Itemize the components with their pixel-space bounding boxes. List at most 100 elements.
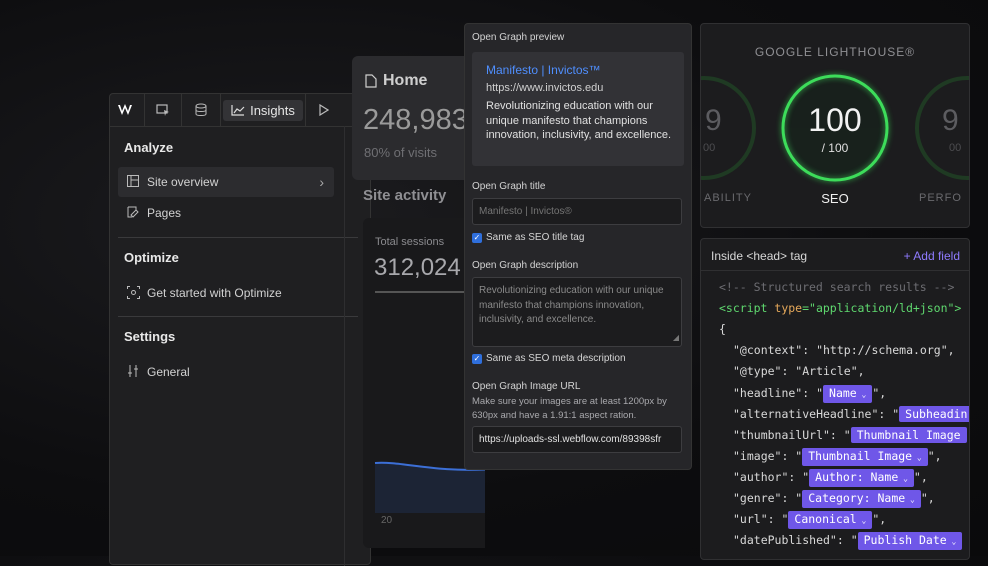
sidebar-item-label: General (147, 365, 190, 379)
home-title: Home (365, 72, 427, 90)
code-key: "thumbnailUrl": " (733, 428, 851, 442)
designer-sidebar: Insights Analyze Site overview › Pages O… (109, 93, 371, 566)
layout-icon (126, 175, 140, 189)
code-line: "datePublished": " Publish Date ⌄ (733, 532, 963, 550)
script-attr-value: ="application/ld+json"> (802, 301, 962, 315)
pill-label: Author: Name (815, 470, 899, 484)
pill-label: Thumbnail Image (808, 449, 913, 463)
preview-button[interactable] (305, 94, 342, 126)
og-image-url-input[interactable]: https://uploads-ssl.webflow.com/89398sfr (472, 426, 682, 453)
sidebar-item-label: Pages (147, 206, 182, 220)
designer-toolbar: Insights (110, 94, 370, 127)
field-pill-thumbnail-url[interactable]: Thumbnail Image (850, 427, 967, 443)
pill-label: Category: Name (808, 491, 906, 505)
field-pill-author[interactable]: Author: Name ⌄ (809, 469, 914, 487)
code-key: "headline": " (733, 386, 824, 400)
code-line: "headline": " Name ⌄ ", (733, 385, 886, 403)
chevron-down-icon: ⌄ (898, 474, 908, 483)
seo-label: SEO (821, 191, 849, 206)
seo-score: 100 (808, 102, 862, 138)
code-brace: { (719, 322, 726, 336)
og-description-placeholder: Revolutionizing education with our uniqu… (479, 285, 664, 325)
insights-tab-pill: Insights (223, 99, 303, 121)
page-icon (365, 74, 377, 88)
code-line: "url": " Canonical ⌄ ", (733, 511, 886, 529)
code-key: "author": " (733, 470, 810, 484)
target-icon (126, 286, 140, 300)
code-comment: <!-- Structured search results --> (719, 280, 955, 294)
checkmark-icon: ✓ (472, 232, 482, 243)
chevron-down-icon: ⌄ (856, 516, 867, 525)
field-pill-canonical[interactable]: Canonical ⌄ (788, 511, 873, 529)
og-image-help: Make sure your images are at least 1200p… (472, 396, 667, 421)
code-line: "genre": " Category: Name ⌄ ", (733, 490, 935, 508)
code-line: "@type": "Article", (733, 364, 865, 378)
code-key: "alternativeHeadline": " (733, 407, 900, 421)
code-line: "@context": "http://schema.org", (733, 343, 955, 357)
add-element-button[interactable] (145, 94, 182, 126)
chevron-down-icon: ⌄ (946, 537, 957, 546)
sidebar-item-general[interactable]: General (118, 357, 334, 387)
pill-label: Name (829, 386, 857, 400)
code-line: "image": " Thumbnail Image ⌄ ", (733, 448, 942, 466)
pages-icon (126, 206, 140, 220)
performance-sub: 00 (949, 142, 962, 154)
sessions-value: 312,024 (374, 254, 461, 281)
sidebar-item-site-overview[interactable]: Site overview › (118, 167, 334, 197)
sidebar-item-optimize[interactable]: Get started with Optimize (118, 278, 334, 308)
sidebar-item-pages[interactable]: Pages (118, 198, 334, 228)
field-pill-image[interactable]: Thumbnail Image ⌄ (802, 448, 928, 466)
sliders-icon (126, 365, 140, 379)
pill-label: Publish Date (863, 533, 947, 547)
site-activity-title: Site activity (363, 187, 447, 204)
code-key: "datePublished": " (733, 533, 858, 547)
head-tag-panel: Inside <head> tag + Add field <!-- Struc… (700, 238, 970, 560)
add-field-button[interactable]: + Add field (904, 249, 960, 263)
og-preview-description: Revolutionizing education with our uniqu… (486, 100, 672, 141)
code-key: "genre": " (733, 491, 803, 505)
pill-label: Subheadin (905, 407, 968, 421)
og-preview-card: Manifesto | Invictos™ https://www.invict… (472, 52, 684, 166)
seo-sub: / 100 (821, 141, 849, 155)
field-pill-subheading[interactable]: Subheadin (899, 406, 969, 422)
play-icon (319, 104, 329, 116)
resize-handle-icon[interactable]: ◢ (673, 331, 679, 346)
chevron-down-icon: ⌄ (905, 495, 915, 504)
code-key: "url": " (733, 512, 789, 526)
og-image-label: Open Graph Image URL (472, 381, 581, 392)
code-line: "author": " Author: Name ⌄ ", (733, 469, 928, 487)
divider (118, 316, 358, 317)
same-as-seo-title-checkbox[interactable]: ✓ Same as SEO title tag (472, 232, 584, 243)
chevron-down-icon: ⌄ (912, 453, 922, 462)
og-description-textarea[interactable]: Revolutionizing education with our uniqu… (472, 277, 682, 347)
webflow-logo[interactable] (110, 94, 145, 126)
divider (118, 237, 358, 238)
og-preview-title[interactable]: Manifesto | Invictos™ (486, 63, 601, 77)
pill-label: Thumbnail Image (856, 428, 961, 442)
accessibility-label: ABILITY (704, 192, 752, 204)
tab-insights[interactable]: Insights (221, 94, 305, 126)
field-pill-name[interactable]: Name ⌄ (823, 385, 873, 403)
chevron-down-icon: ⌄ (856, 390, 867, 399)
og-title-input[interactable] (472, 198, 682, 225)
webflow-logo-icon (118, 104, 132, 115)
performance-score: 9 (942, 104, 959, 137)
code-line: "thumbnailUrl": " Thumbnail Image (733, 427, 967, 443)
tab-insights-label: Insights (250, 102, 295, 118)
field-pill-genre[interactable]: Category: Name ⌄ (802, 490, 921, 508)
og-preview-url: https://www.invictos.edu (486, 82, 604, 94)
home-visits-sub: 80% of visits (364, 145, 437, 160)
field-pill-publish-date[interactable]: Publish Date ⌄ (857, 532, 963, 550)
pill-label: Canonical (794, 512, 857, 526)
code-line: "alternativeHeadline": " Subheadin (733, 406, 969, 422)
home-title-text: Home (383, 72, 428, 89)
checkbox-label: Same as SEO meta description (486, 353, 626, 364)
performance-label: PERFO (919, 192, 962, 204)
script-attr: type (767, 301, 803, 315)
cms-button[interactable] (182, 94, 221, 126)
same-as-seo-description-checkbox[interactable]: ✓ Same as SEO meta description (472, 353, 626, 364)
og-description-label: Open Graph description (472, 260, 579, 271)
code-script-open: <script type="application/ld+json"> (719, 301, 961, 315)
analyze-heading: Analyze (124, 140, 174, 155)
code-tail: ", (927, 449, 942, 463)
